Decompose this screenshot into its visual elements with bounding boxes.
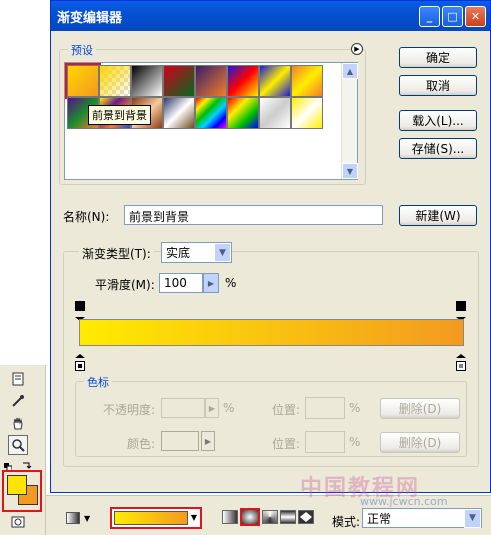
scroll-down-icon[interactable]: ▼ — [342, 163, 358, 179]
scroll-up-icon[interactable]: ▲ — [342, 63, 358, 79]
preset-foreground-to-background[interactable] — [65, 63, 101, 99]
smoothness-percent: % — [225, 276, 237, 290]
color-stops-label: 色标 — [84, 374, 112, 390]
preset-blue-yellow-blue[interactable] — [259, 65, 291, 97]
color-swatch-field[interactable] — [161, 431, 199, 451]
color-stop-left[interactable] — [75, 348, 85, 371]
hand-tool-icon[interactable] — [8, 413, 28, 433]
opacity-location-field[interactable] — [305, 397, 345, 419]
minimize-icon[interactable]: _ — [419, 5, 440, 27]
preset-chrome[interactable] — [163, 97, 195, 129]
preset-black-white[interactable] — [131, 65, 163, 97]
delete-opacity-stop-button[interactable]: 删除(D) — [380, 398, 460, 419]
chevron-down-icon[interactable]: ▼ — [214, 243, 231, 262]
maximize-icon[interactable]: □ — [442, 5, 463, 27]
gradient-type-value: 实底 — [166, 246, 191, 260]
delete-color-stop-button[interactable]: 删除(D) — [380, 432, 460, 453]
ok-button[interactable]: 确定 — [399, 47, 477, 68]
notes-tool-icon[interactable] — [8, 369, 28, 389]
quick-mask-icon[interactable] — [8, 512, 28, 532]
preset-transparent-rainbow[interactable] — [227, 97, 259, 129]
gradient-type-label: 渐变类型(T): — [79, 245, 154, 262]
mode-label: 模式: — [332, 515, 361, 529]
mode-value: 正常 — [367, 511, 392, 526]
eyedropper-tool-icon[interactable] — [8, 391, 28, 411]
preset-violet-orange[interactable] — [195, 65, 227, 97]
opacity-location-percent: % — [349, 401, 361, 415]
dialog-title: 渐变编辑器 — [57, 10, 123, 26]
color-label: 颜色: — [127, 437, 156, 451]
color-swatches — [2, 470, 42, 512]
color-location-field[interactable] — [305, 431, 345, 453]
linear-gradient-icon[interactable] — [222, 510, 238, 524]
new-button[interactable]: 新建(W) — [399, 205, 477, 226]
gradient-picker[interactable]: ▼ — [110, 507, 202, 529]
opacity-arrow-icon[interactable]: ▶ — [205, 398, 219, 418]
color-location-label: 位置: — [272, 437, 301, 451]
reflected-gradient-icon[interactable] — [280, 510, 296, 524]
preset-checker-yellow[interactable] — [291, 97, 323, 129]
opacity-location-label: 位置: — [272, 403, 301, 417]
name-label: 名称(N): — [63, 210, 110, 224]
default-colors-icon[interactable] — [4, 461, 13, 472]
smoothness-field[interactable]: 100 — [159, 273, 203, 293]
toolbox — [0, 0, 46, 535]
preset-red-green[interactable] — [163, 65, 195, 97]
preset-blue-red-yellow[interactable] — [227, 65, 259, 97]
gradient-editor-dialog: 渐变编辑器 _ □ ✕ 预设 ▶ ▲ ▼ 前景到背景 确定 取消 载入(L)..… — [50, 0, 491, 493]
mode-chevron-down-icon[interactable]: ▼ — [464, 508, 481, 528]
opacity-label: 不透明度: — [103, 403, 156, 417]
zoom-tool-icon[interactable] — [8, 435, 28, 455]
opacity-percent: % — [223, 401, 235, 415]
presets-scrollbar[interactable]: ▲ ▼ — [341, 63, 358, 179]
watermark-url: www.jcwcn.com — [360, 495, 448, 508]
foreground-color-swatch[interactable] — [7, 475, 27, 495]
preset-tooltip: 前景到背景 — [88, 105, 151, 125]
load-button[interactable]: 载入(L)... — [399, 110, 477, 131]
opacity-stop-left[interactable] — [75, 301, 85, 321]
title-bar[interactable]: 渐变编辑器 _ □ ✕ — [51, 1, 490, 31]
color-stop-right[interactable] — [456, 348, 466, 371]
smoothness-slider-arrow-icon[interactable]: ▶ — [203, 273, 219, 293]
gradient-type-select[interactable]: 实底 ▼ — [161, 242, 232, 263]
angle-gradient-icon[interactable] — [262, 510, 278, 524]
presets-label: 预设 — [68, 42, 96, 58]
preset-transparent-stripes[interactable] — [259, 97, 291, 129]
mode-select[interactable]: 正常 ▼ — [362, 508, 482, 528]
gradient-preview-bar[interactable] — [79, 319, 464, 346]
gradient-swatch — [114, 511, 188, 525]
save-button[interactable]: 存储(S)... — [399, 138, 477, 159]
presets-menu-icon[interactable]: ▶ — [351, 43, 363, 55]
opacity-stop-right[interactable] — [456, 301, 466, 321]
preset-foreground-to-transparent[interactable] — [99, 65, 131, 97]
cancel-button[interactable]: 取消 — [399, 75, 477, 96]
opacity-field[interactable] — [161, 398, 205, 418]
tool-preset-chevron-icon[interactable]: ▼ — [84, 514, 90, 523]
preset-orange-yellow-orange[interactable] — [291, 65, 323, 97]
close-icon[interactable]: ✕ — [465, 5, 486, 27]
color-arrow-icon[interactable]: ▶ — [201, 431, 215, 451]
gradient-tool-icon[interactable] — [66, 512, 80, 524]
radial-gradient-icon[interactable] — [240, 508, 260, 526]
preset-spectrum[interactable] — [195, 97, 227, 129]
gradient-picker-chevron-icon[interactable]: ▼ — [191, 513, 197, 522]
diamond-gradient-icon[interactable] — [298, 510, 314, 524]
name-field[interactable]: 前景到背景 — [124, 205, 383, 225]
color-location-percent: % — [349, 435, 361, 449]
swap-colors-icon[interactable] — [22, 460, 32, 470]
smoothness-label: 平滑度(M): — [95, 278, 155, 292]
